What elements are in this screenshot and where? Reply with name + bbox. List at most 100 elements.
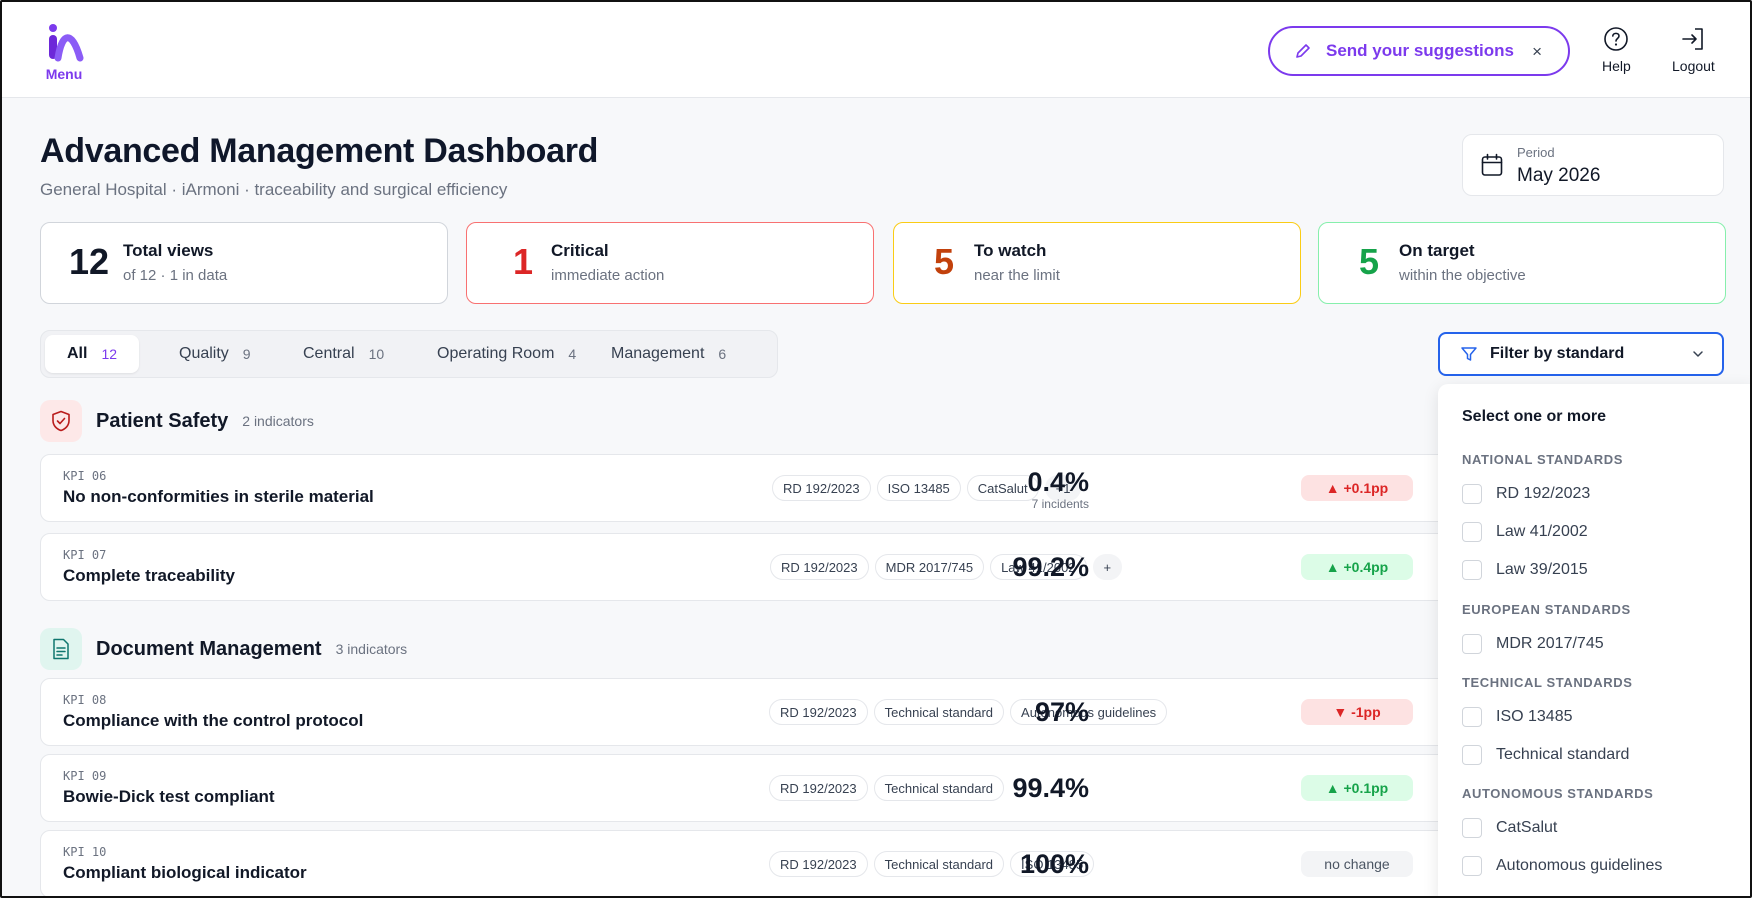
- section-patient-safety: Patient Safety 2 indicators: [40, 400, 314, 442]
- kpi-row[interactable]: KPI 07 Complete traceability RD 192/2023…: [40, 533, 1510, 601]
- checkbox-technical-standard[interactable]: Technical standard: [1462, 745, 1629, 765]
- checkbox[interactable]: [1462, 818, 1482, 838]
- section-count: 3 indicators: [335, 641, 408, 657]
- standard-tag: Technical standard: [873, 851, 1005, 877]
- stat-number: 12: [69, 241, 110, 282]
- tab-count: 9: [242, 346, 251, 362]
- kpi-tags: RD 192/2023 Technical standard: [769, 775, 1010, 801]
- kpi-row[interactable]: KPI 09 Bowie-Dick test compliant RD 192/…: [40, 754, 1510, 822]
- help-button[interactable]: Help: [1602, 26, 1631, 74]
- calendar-icon: [1481, 153, 1503, 176]
- checkbox[interactable]: [1462, 707, 1482, 727]
- kpi-code: KPI 06: [63, 469, 107, 483]
- checkbox[interactable]: [1462, 560, 1482, 580]
- logout-icon: [1682, 28, 1704, 50]
- period-label: Period: [1517, 145, 1555, 160]
- close-icon[interactable]: ×: [1532, 42, 1542, 62]
- checkbox[interactable]: [1462, 745, 1482, 765]
- kpi-tags: RD 192/2023 Technical standard Autonomou…: [769, 699, 1173, 725]
- tab-all[interactable]: All 12: [45, 335, 140, 373]
- send-suggestions-button[interactable]: Send your suggestions ×: [1268, 26, 1570, 76]
- standard-filter-dropdown: Select one or more NATIONAL STANDARDS RD…: [1438, 384, 1750, 896]
- stat-critical[interactable]: 1 Critical immediate action: [466, 222, 874, 304]
- stat-title: Total views: [123, 241, 214, 260]
- kpi-name: Bowie-Dick test compliant: [63, 787, 275, 806]
- checkbox-label: Autonomous guidelines: [1496, 857, 1663, 874]
- checkbox-label: Law 41/2002: [1496, 523, 1588, 540]
- kpi-name: Complete traceability: [63, 566, 235, 585]
- tab-count: 10: [368, 346, 385, 362]
- kpi-row[interactable]: KPI 06 No non-conformities in sterile ma…: [40, 454, 1510, 522]
- tab-label: Quality: [179, 345, 229, 362]
- stat-total-views[interactable]: 12 Total views of 12 · 1 in data: [40, 222, 448, 304]
- kpi-value: 99.4%: [1012, 773, 1089, 803]
- kpi-delta-badge: ▲ +0.4pp: [1301, 554, 1413, 580]
- kpi-value: 0.4%: [1027, 467, 1089, 497]
- checkbox-law-39-2015[interactable]: Law 39/2015: [1462, 560, 1588, 580]
- stat-number: 5: [934, 241, 955, 282]
- tab-count: 12: [101, 346, 118, 362]
- kpi-row[interactable]: KPI 08 Compliance with the control proto…: [40, 678, 1510, 746]
- kpi-subvalue: 7 incidents: [1031, 497, 1089, 511]
- checkbox-autonomous-guidelines[interactable]: Autonomous guidelines: [1462, 856, 1662, 876]
- tab-label: All: [67, 345, 88, 362]
- standard-tag: RD 192/2023: [769, 775, 868, 801]
- checkbox[interactable]: [1462, 522, 1482, 542]
- filter-label: Filter by standard: [1490, 345, 1625, 362]
- stat-number: 5: [1359, 241, 1380, 282]
- kpi-name: Compliant biological indicator: [63, 863, 307, 882]
- stat-subtitle: immediate action: [551, 267, 665, 284]
- kpi-value: 97%: [1034, 697, 1089, 727]
- checkbox-rd-192-2023[interactable]: RD 192/2023: [1462, 484, 1590, 504]
- checkbox[interactable]: [1462, 856, 1482, 876]
- section-title: Document Management: [96, 637, 322, 660]
- group-technical-standards: TECHNICAL STANDARDS: [1462, 675, 1633, 690]
- tab-management[interactable]: Management 6: [589, 335, 748, 373]
- menu-button[interactable]: Menu: [42, 22, 86, 82]
- kpi-value: 100%: [1019, 849, 1089, 879]
- document-icon: [40, 628, 82, 670]
- checkbox[interactable]: [1462, 484, 1482, 504]
- checkbox-mdr-2017-745[interactable]: MDR 2017/745: [1462, 634, 1604, 654]
- stat-subtitle: near the limit: [974, 267, 1060, 284]
- kpi-name: Compliance with the control protocol: [63, 711, 364, 730]
- checkbox-catsalut[interactable]: CatSalut: [1462, 818, 1557, 838]
- checkbox[interactable]: [1462, 634, 1482, 654]
- checkbox-law-41-2002[interactable]: Law 41/2002: [1462, 522, 1588, 542]
- group-autonomous-standards: AUTONOMOUS STANDARDS: [1462, 786, 1654, 801]
- kpi-code: KPI 08: [63, 693, 107, 707]
- tab-operating-room[interactable]: Operating Room 4: [415, 335, 598, 373]
- standard-tag: RD 192/2023: [772, 475, 871, 501]
- period-value: May 2026: [1517, 165, 1601, 186]
- checkbox-label: CatSalut: [1496, 819, 1558, 836]
- tab-quality[interactable]: Quality 9: [157, 335, 273, 373]
- standard-tag: RD 192/2023: [769, 699, 868, 725]
- stat-to-watch[interactable]: 5 To watch near the limit: [893, 222, 1301, 304]
- dropdown-heading: Select one or more: [1462, 408, 1607, 425]
- kpi-row[interactable]: KPI 10 Compliant biological indicator RD…: [40, 830, 1510, 896]
- stat-subtitle: within the objective: [1399, 267, 1526, 284]
- kpi-code: KPI 10: [63, 845, 107, 859]
- page-subtitle: General Hospital · iArmoni · traceabilit…: [40, 180, 508, 199]
- standard-tag: ISO 13485: [876, 475, 961, 501]
- period-selector[interactable]: Period May 2026: [1462, 134, 1724, 196]
- checkbox-label: RD 192/2023: [1496, 485, 1591, 502]
- shield-check-icon: [40, 400, 82, 442]
- checkbox-iso-13485[interactable]: ISO 13485: [1462, 707, 1573, 727]
- logout-button[interactable]: Logout: [1672, 26, 1715, 74]
- logout-label: Logout: [1672, 58, 1715, 74]
- filter-by-standard-button[interactable]: Filter by standard: [1438, 332, 1724, 376]
- filter-icon: [1461, 347, 1477, 361]
- kpi-value: 99.2%: [1012, 552, 1089, 582]
- tab-central[interactable]: Central 10: [281, 335, 406, 373]
- kpi-code: KPI 07: [63, 548, 107, 562]
- stat-title: Critical: [551, 241, 609, 260]
- kpi-delta-badge: no change: [1301, 851, 1413, 877]
- stat-on-target[interactable]: 5 On target within the objective: [1318, 222, 1726, 304]
- standard-tag: RD 192/2023: [769, 851, 868, 877]
- more-tags-badge[interactable]: +: [1092, 554, 1123, 580]
- page-title: Advanced Management Dashboard: [40, 132, 599, 170]
- standard-tag: Technical standard: [873, 775, 1005, 801]
- section-title: Patient Safety: [96, 409, 229, 432]
- stat-title: To watch: [974, 241, 1047, 260]
